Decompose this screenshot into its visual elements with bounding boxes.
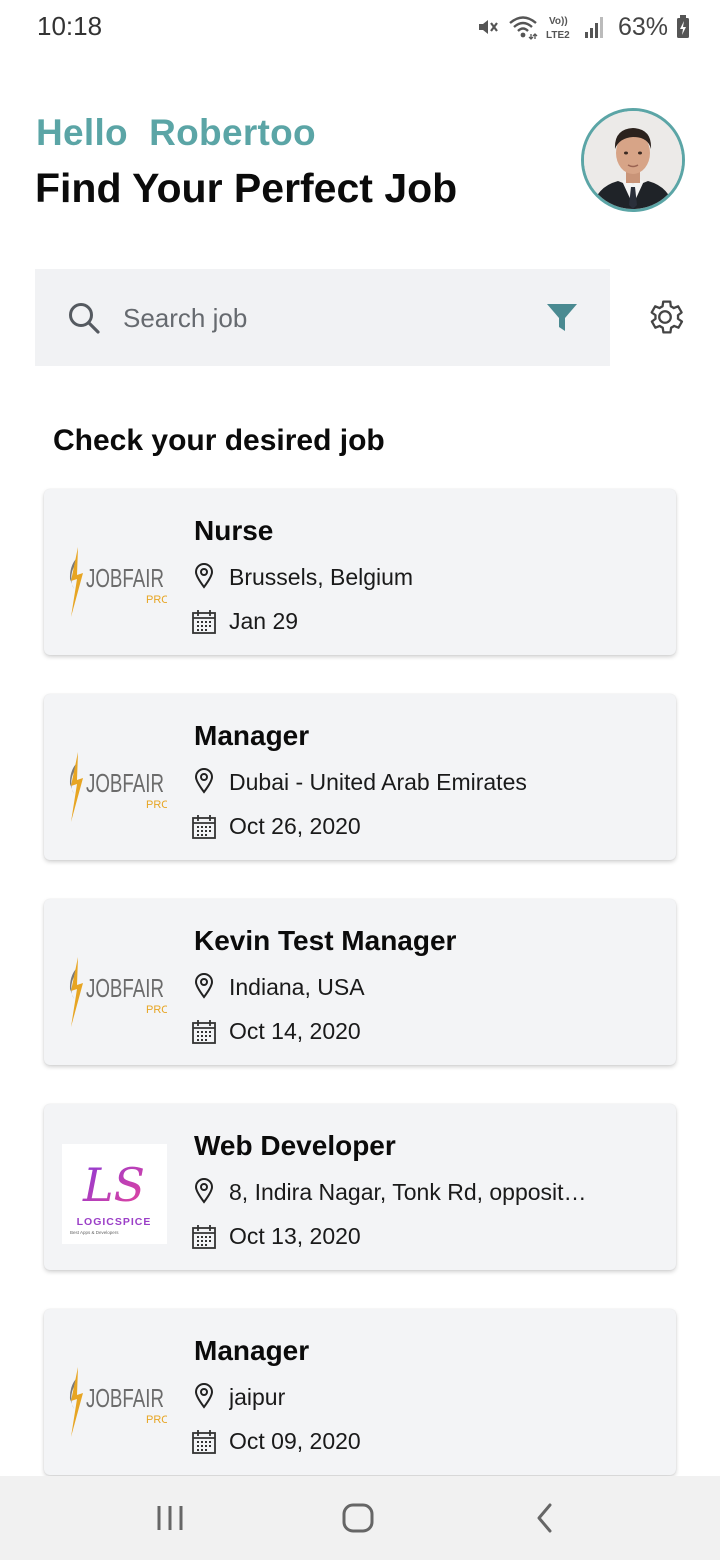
job-card[interactable]: JOBFAIR PRO Manager Dubai - United Arab … [44, 694, 676, 860]
svg-text:LOGICSPICE: LOGICSPICE [77, 1216, 152, 1228]
job-title: Manager [194, 720, 310, 751]
svg-text:LTE2: LTE2 [546, 30, 570, 41]
svg-text:JOBFAIR: JOBFAIR [86, 768, 164, 798]
calendar-icon [191, 1224, 217, 1255]
battery-percent: 63% [617, 12, 668, 41]
avatar[interactable] [581, 108, 685, 212]
job-date: Oct 09, 2020 [229, 1428, 361, 1454]
job-location: Brussels, Belgium [229, 564, 414, 590]
company-logo-logicspice: LS LOGICSPICE Best Apps & Developers [62, 1144, 167, 1244]
greeting-text: Hello Robertoo [36, 112, 316, 153]
battery-icon [676, 15, 690, 39]
avatar-image [584, 111, 682, 209]
gear-icon[interactable] [644, 296, 686, 343]
status-time: 10:18 [37, 11, 103, 41]
svg-text:PRO: PRO [146, 594, 167, 606]
job-location: Dubai - United Arab Emirates [229, 769, 527, 795]
svg-text:PRO: PRO [146, 799, 167, 811]
calendar-icon [191, 1429, 217, 1460]
lte-icon: Vo)) LTE2 [546, 13, 576, 41]
search-icon[interactable] [67, 301, 101, 340]
filter-icon[interactable] [545, 301, 579, 340]
status-bar: 10:18 Vo)) LTE2 63% [0, 0, 720, 54]
job-card[interactable]: LS LOGICSPICE Best Apps & Developers Web… [44, 1104, 676, 1270]
company-logo-jobfair: JOBFAIR PRO [62, 529, 170, 629]
recent-apps-icon[interactable] [155, 1498, 185, 1543]
job-card[interactable]: JOBFAIR PRO Kevin Test Manager Indiana, … [44, 899, 676, 1065]
calendar-icon [191, 814, 217, 845]
wifi-icon [508, 14, 538, 40]
calendar-icon [191, 1019, 217, 1050]
mute-icon [476, 15, 500, 39]
company-logo-jobfair: JOBFAIR PRO [62, 1349, 170, 1449]
status-icons: Vo)) LTE2 63% [476, 10, 690, 44]
svg-text:PRO: PRO [146, 1004, 167, 1016]
job-date: Oct 14, 2020 [229, 1018, 361, 1044]
svg-text:JOBFAIR: JOBFAIR [86, 563, 164, 593]
section-title: Check your desired job [53, 424, 385, 457]
job-location: 8, Indira Nagar, Tonk Rd, opposit… [229, 1179, 587, 1205]
job-title: Kevin Test Manager [194, 925, 457, 956]
job-title: Web Developer [194, 1130, 396, 1161]
search-bar [35, 269, 610, 366]
location-pin-icon [194, 563, 214, 594]
svg-text:PRO: PRO [146, 1414, 167, 1426]
job-title: Manager [194, 1335, 310, 1366]
calendar-icon [191, 609, 217, 640]
company-logo-jobfair: JOBFAIR PRO [62, 939, 170, 1039]
company-logo-jobfair: JOBFAIR PRO [62, 734, 170, 834]
svg-text:LS: LS [82, 1158, 145, 1212]
svg-text:Best Apps & Developers: Best Apps & Developers [70, 1230, 119, 1235]
location-pin-icon [194, 1383, 214, 1414]
job-title: Nurse [194, 515, 274, 546]
job-date: Jan 29 [229, 608, 299, 634]
back-icon[interactable] [530, 1498, 560, 1543]
home-icon[interactable] [340, 1498, 376, 1543]
system-nav-bar [0, 1476, 720, 1560]
job-location: jaipur [229, 1384, 286, 1410]
job-card[interactable]: JOBFAIR PRO Nurse Brussels, Belgium Jan … [44, 489, 676, 655]
svg-text:JOBFAIR: JOBFAIR [86, 973, 164, 1003]
job-location: Indiana, USA [229, 974, 365, 1000]
svg-text:Vo)): Vo)) [549, 16, 568, 27]
job-card[interactable]: JOBFAIR PRO Manager jaipur Oct 09, 2020 [44, 1309, 676, 1475]
location-pin-icon [194, 973, 214, 1004]
location-pin-icon [194, 1178, 214, 1209]
signal-icon [584, 15, 604, 39]
svg-text:JOBFAIR: JOBFAIR [86, 1383, 164, 1413]
job-date: Oct 13, 2020 [229, 1223, 361, 1249]
search-input[interactable] [123, 299, 523, 337]
job-date: Oct 26, 2020 [229, 813, 361, 839]
page-title: Find Your Perfect Job [35, 165, 458, 211]
location-pin-icon [194, 768, 214, 799]
